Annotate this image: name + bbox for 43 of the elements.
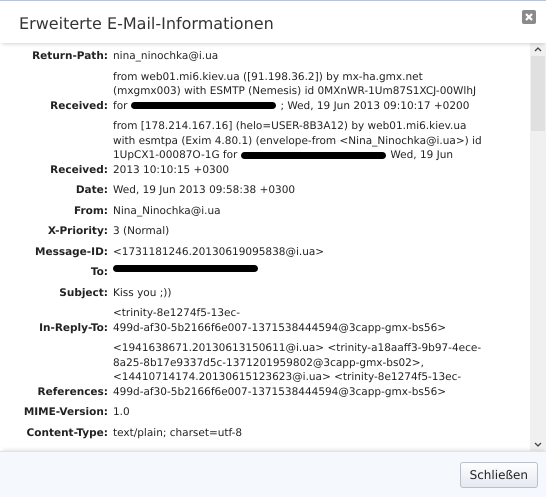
header-label: In-Reply-To: xyxy=(38,320,108,335)
header-value: 2013 10:10:15 +0300 xyxy=(113,162,230,177)
header-value: 3 (Normal) xyxy=(113,224,170,238)
header-value: text/plain; charset=utf-8 xyxy=(113,426,242,440)
header-label: To: xyxy=(90,265,108,280)
close-icon[interactable] xyxy=(522,10,536,24)
header-value: <1731181246.20130619095838@i.ua> xyxy=(113,244,324,259)
header-value: with esmtpa (Exim 4.80.1) (envelope-from <Nina_Ninochka@i.ua>) id xyxy=(113,134,482,148)
header-value: <14410714174.20130615123623@i.ua> <trinity-8e1274f5-13ec- xyxy=(113,370,462,384)
header-label: X-Priority: xyxy=(46,224,108,238)
header-label: Return-Path: xyxy=(31,49,108,64)
header-label: References: xyxy=(36,384,108,399)
header-value: from [178.214.167.16] (helo=USER-8B3A12) by web01.mi6.kiev.ua xyxy=(113,119,466,134)
close-button[interactable]: Schließen xyxy=(460,462,538,488)
scroll-thumb[interactable] xyxy=(531,56,545,131)
header-value: Wed, 19 Jun 2013 09:58:38 +0300 xyxy=(113,183,296,198)
header-label: Message-ID: xyxy=(34,244,108,259)
header-value: <trinity-8e1274f5-13ec- xyxy=(113,306,240,320)
header-value: Wed, 19 Jun xyxy=(390,148,454,162)
header-value: for xyxy=(113,98,128,113)
header-value: Nina_Ninochka@i.ua xyxy=(113,204,221,218)
header-value: 499d-af30-5b2166f6e007-1371538444594@3capp-gmx-bs56> xyxy=(113,320,446,335)
header-value: 499d-af30-5b2166f6e007-1371538444594@3capp-gmx-bs56> xyxy=(113,384,446,399)
scroll-down-icon[interactable] xyxy=(534,442,542,447)
scrollbar[interactable] xyxy=(530,43,546,451)
header-value: from web01.mi6.kiev.ua ([91.198.36.2]) by mx-ha.gmx.net xyxy=(113,70,423,84)
header-label: Content-Type: xyxy=(26,426,108,440)
header-value: Kiss you ;)) xyxy=(113,286,172,300)
header-label: Subject: xyxy=(58,286,108,300)
header-label: MIME-Version: xyxy=(22,405,108,420)
header-label: Received: xyxy=(49,98,108,113)
header-value: <1941638671.20130613150611@i.ua> <trinity-a18aaff3-9b97-4ece- xyxy=(113,341,482,356)
header-value: 8a25-8b17e9337d5c-1371201959802@3capp-gmx-bs02>, xyxy=(113,356,424,370)
scroll-up-icon[interactable] xyxy=(534,47,542,52)
header-label: From: xyxy=(72,204,108,218)
dialog-title: Erweiterte E-Mail-Informationen xyxy=(19,14,274,33)
header-value: nina_ninochka@i.ua xyxy=(113,49,218,64)
header-value: 1UpCX1-00087O-1G for xyxy=(113,148,238,162)
header-value: (mxgmx003) with ESMTP (Nemesis) id 0MXnWR-1Um87S1XCJ-00WlhJ xyxy=(113,84,476,98)
header-value: 1.0 xyxy=(113,405,130,420)
header-label: Date: xyxy=(74,183,108,198)
header-value: ; Wed, 19 Jun 2013 09:10:17 +0200 xyxy=(280,98,470,113)
header-label: Received: xyxy=(49,162,108,177)
